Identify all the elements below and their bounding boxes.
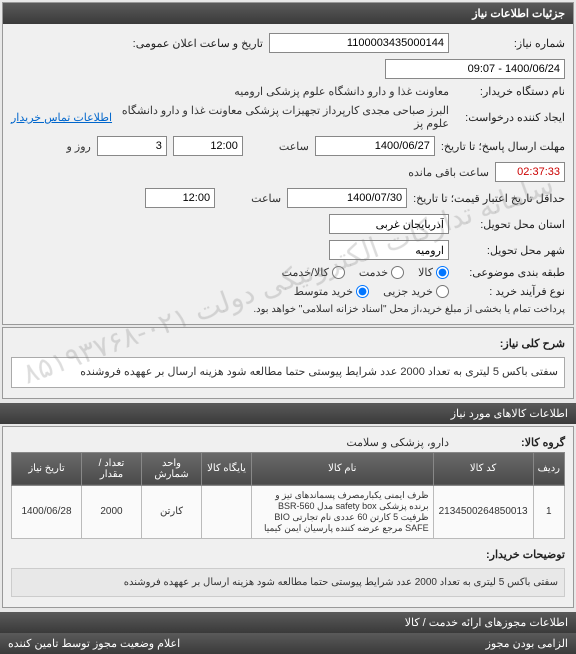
min-valid-date-input[interactable] bbox=[287, 188, 407, 208]
city-input[interactable] bbox=[329, 240, 449, 260]
radio-khedmat[interactable]: خدمت bbox=[359, 266, 404, 279]
cell-date: 1400/06/28 bbox=[12, 485, 82, 538]
panel-goods: گروه کالا: دارو، پزشکی و سلامت ردیف کد ک… bbox=[2, 426, 574, 608]
cell-qty: 2000 bbox=[82, 485, 142, 538]
min-valid-label: حداقل تاریخ اعتبار قیمت؛ تا تاریخ: bbox=[413, 192, 565, 205]
col-idx: ردیف bbox=[533, 452, 564, 485]
footer-bar: الزامی بودن مجوز اعلام وضعیت مجوز توسط ت… bbox=[0, 633, 576, 654]
deadline-date-input[interactable] bbox=[315, 136, 435, 156]
remaining-label: ساعت باقی مانده bbox=[408, 166, 489, 179]
col-unit: واحد شمارش bbox=[142, 452, 202, 485]
panel-req-title: جزئیات اطلاعات نیاز bbox=[3, 3, 573, 24]
col-date: تاریخ نیاز bbox=[12, 452, 82, 485]
days-and-label: روز و bbox=[67, 140, 91, 153]
col-base: یایگاه کالا bbox=[202, 452, 252, 485]
radio-medium[interactable]: خرید متوسط bbox=[294, 285, 369, 298]
contact-link[interactable]: اطلاعات تماس خریدار bbox=[11, 111, 112, 124]
desc-title: شرح کلی نیاز: bbox=[455, 337, 565, 350]
license-section-title: اطلاعات مجوزهای ارائه خدمت / کالا bbox=[0, 612, 576, 633]
footer-left: اعلام وضعیت مجوز توسط تامین کننده bbox=[8, 637, 180, 650]
time-label-1: ساعت bbox=[249, 140, 309, 153]
buyer-value: معاونت غذا و دارو دانشگاه علوم پزشکی ارو… bbox=[234, 85, 449, 98]
time-label-2: ساعت bbox=[221, 192, 281, 205]
deadline-label: مهلت ارسال پاسخ؛ تا تاریخ: bbox=[441, 140, 565, 153]
col-name: نام کالا bbox=[252, 452, 434, 485]
footer-right: الزامی بودن مجوز bbox=[486, 637, 568, 650]
desc-box: سفتی باکس 5 لیتری به تعداد 2000 عدد شرای… bbox=[11, 357, 565, 388]
panel-desc: شرح کلی نیاز: سفتی باکس 5 لیتری به تعداد… bbox=[2, 327, 574, 399]
pub-date-label: تاریخ و ساعت اعلان عمومی: bbox=[133, 37, 263, 50]
req-no-input[interactable] bbox=[269, 33, 449, 53]
col-code: کد کالا bbox=[433, 452, 533, 485]
remaining-time-input[interactable] bbox=[495, 162, 565, 182]
cell-code: 2134500264850013 bbox=[433, 485, 533, 538]
process-note: پرداخت تمام یا بخشی از مبلغ خرید،از محل … bbox=[253, 304, 565, 315]
radio-small[interactable]: خرید جزیی bbox=[383, 285, 449, 298]
cell-base bbox=[202, 485, 252, 538]
min-valid-time-input[interactable] bbox=[145, 188, 215, 208]
extra-label: توضیحات خریدار: bbox=[455, 548, 565, 561]
group-value: دارو، پزشکی و سلامت bbox=[346, 436, 449, 449]
province-input[interactable] bbox=[329, 214, 449, 234]
radio-kala[interactable]: کالا bbox=[418, 266, 449, 279]
group-label: گروه کالا: bbox=[455, 436, 565, 449]
radio-kala-khedmat[interactable]: کالا/خدمت bbox=[282, 266, 345, 279]
category-label: طبقه بندی موضوعی: bbox=[455, 266, 565, 279]
category-radio-group: کالا خدمت کالا/خدمت bbox=[282, 266, 449, 279]
col-qty: تعداد / مقدار bbox=[82, 452, 142, 485]
process-label: نوع فرآیند خرید : bbox=[455, 285, 565, 298]
panel-req-details: جزئیات اطلاعات نیاز شماره نیاز: تاریخ و … bbox=[2, 2, 574, 325]
days-left-input[interactable] bbox=[97, 136, 167, 156]
province-label: استان محل تحویل: bbox=[455, 218, 565, 231]
cell-idx: 1 bbox=[533, 485, 564, 538]
buyer-label: نام دستگاه خریدار: bbox=[455, 85, 565, 98]
table-row[interactable]: 1 2134500264850013 ظرف ایمنی یکبارمصرف پ… bbox=[12, 485, 565, 538]
cell-unit: کارتن bbox=[142, 485, 202, 538]
creator-label: ایجاد کننده درخواست: bbox=[455, 111, 565, 124]
req-no-label: شماره نیاز: bbox=[455, 37, 565, 50]
process-radio-group: خرید جزیی خرید متوسط bbox=[294, 285, 449, 298]
goods-table: ردیف کد کالا نام کالا یایگاه کالا واحد ش… bbox=[11, 452, 565, 539]
pub-date-input[interactable] bbox=[385, 59, 565, 79]
city-label: شهر محل تحویل: bbox=[455, 244, 565, 257]
extra-note: سفتی باکس 5 لیتری به تعداد 2000 عدد شرای… bbox=[11, 568, 565, 597]
goods-section-title: اطلاعات کالاهای مورد نیاز bbox=[0, 403, 576, 424]
cell-name: ظرف ایمنی یکبارمصرف پسماندهای تیز و برند… bbox=[252, 485, 434, 538]
creator-value: البرز صباحی مجدی کارپرداز تجهیزات پزشکی … bbox=[118, 104, 449, 130]
deadline-time-input[interactable] bbox=[173, 136, 243, 156]
